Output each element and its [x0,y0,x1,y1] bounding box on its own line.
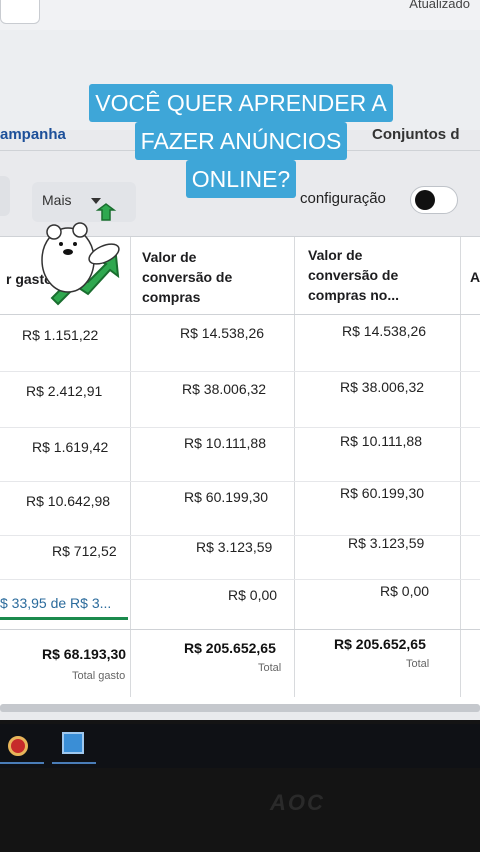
polar-bear-stonks-sticker [41,203,120,306]
header-conversion-value[interactable]: Valor de conversão de compras [142,247,232,307]
calculator-icon[interactable] [62,732,84,754]
cell-conversion: R$ 3.123,59 [196,539,273,555]
caption-line: ONLINE? [185,160,297,198]
caption-line: FAZER ANÚNCIOS [134,122,348,160]
cell-budget-progress[interactable]: $ 33,95 de R$ 3... [0,595,111,611]
monitor-brand-logo: AOC [270,790,325,815]
total-conversion: R$ 205.652,65 [184,640,276,656]
top-bar: Atualizado [0,0,480,30]
top-left-button[interactable] [0,0,40,24]
horizontal-scrollbar[interactable] [0,704,480,712]
header-line: compras no... [308,287,400,303]
total-conversion-label: Total [258,662,282,674]
cell-conversion-2: R$ 3.123,59 [348,535,425,551]
total-conversion-2-label: Total [406,658,430,670]
record-app-icon[interactable] [8,736,28,756]
header-line: conversão de [142,269,233,285]
header-conversion-value-2[interactable]: Valor de conversão de compras no... [308,245,399,305]
taskbar-active-indicator [0,762,44,764]
total-spent: R$ 68.193,30 [42,646,127,662]
toolbar-left-button[interactable] [0,176,10,216]
table-row[interactable]: R$ 1.151,22 R$ 14.538,26 R$ 14.538,26 [0,315,480,369]
cell-spent: R$ 10.642,98 [26,493,111,509]
total-spent-label: Total gasto [72,670,126,682]
table-row[interactable]: R$ 2.412,91 R$ 38.006,32 R$ 38.006,32 [0,371,480,425]
table-row[interactable]: R$ 1.619,42 R$ 10.111,88 R$ 10.111,88 [0,427,480,481]
taskbar-active-indicator [52,762,96,764]
totals-row: R$ 68.193,30 Total gasto R$ 205.652,65 T… [0,629,480,697]
header-extra[interactable]: A [470,267,480,287]
cell-spent: R$ 2.412,91 [26,383,103,399]
video-caption: VOCÊ QUER APRENDER A FAZER ANÚNCIOS ONLI… [26,84,456,198]
header-line: Valor de [308,247,363,263]
table-row[interactable]: $ 33,95 de R$ 3... R$ 0,00 R$ 0,00 [0,579,480,633]
budget-progress-bar [0,617,128,620]
updated-label: Atualizado [409,0,470,11]
cell-conversion: R$ 60.199,30 [184,489,269,505]
header-line: conversão de [308,267,399,283]
cell-conversion: R$ 10.111,88 [184,435,266,451]
cell-spent: R$ 712,52 [52,543,117,559]
cell-conversion-2: R$ 10.111,88 [340,433,422,449]
total-conversion-2: R$ 205.652,65 [334,636,426,652]
taskbar [0,724,480,768]
table-row[interactable]: R$ 10.642,98 R$ 60.199,30 R$ 60.199,30 [0,481,480,535]
cell-spent: R$ 1.151,22 [22,327,99,343]
cell-conversion: R$ 38.006,32 [182,381,267,397]
cell-conversion-2: R$ 38.006,32 [340,379,425,395]
caption-line: VOCÊ QUER APRENDER A [89,84,393,122]
cell-conversion-2: R$ 60.199,30 [340,485,425,501]
cell-conversion-2: R$ 0,00 [380,583,430,599]
cell-conversion-2: R$ 14.538,26 [342,323,427,339]
header-line: compras [142,289,201,305]
cell-spent: R$ 1.619,42 [32,439,109,455]
header-line: Valor de [142,249,197,265]
cell-conversion: R$ 0,00 [228,587,278,603]
cell-conversion: R$ 14.538,26 [180,325,265,341]
